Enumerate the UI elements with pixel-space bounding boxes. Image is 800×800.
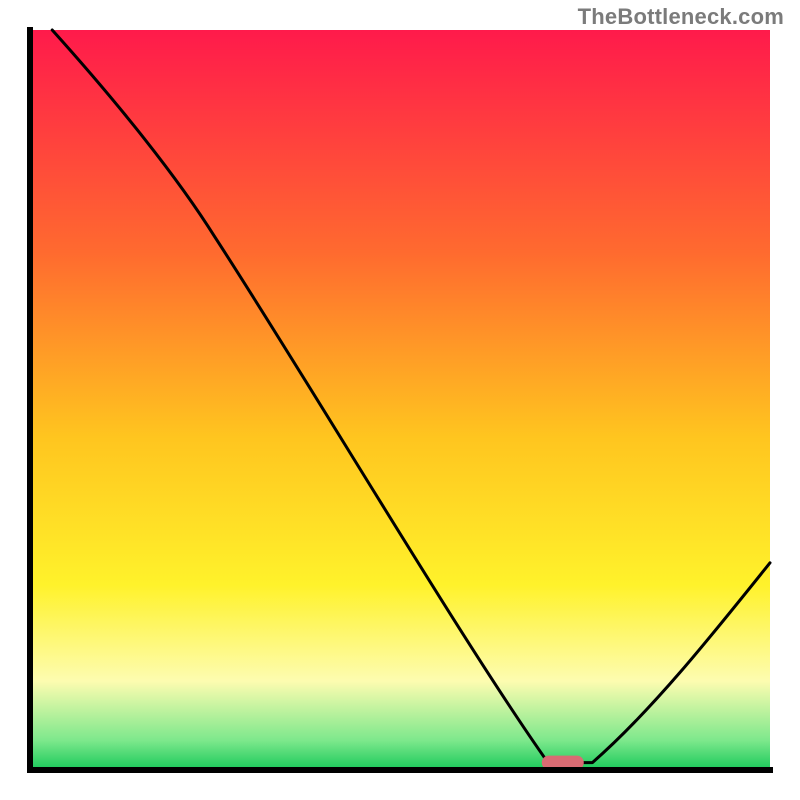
watermark-text: TheBottleneck.com <box>578 4 784 30</box>
chart-svg <box>0 0 800 800</box>
chart-background <box>30 30 770 770</box>
bottleneck-chart: TheBottleneck.com <box>0 0 800 800</box>
